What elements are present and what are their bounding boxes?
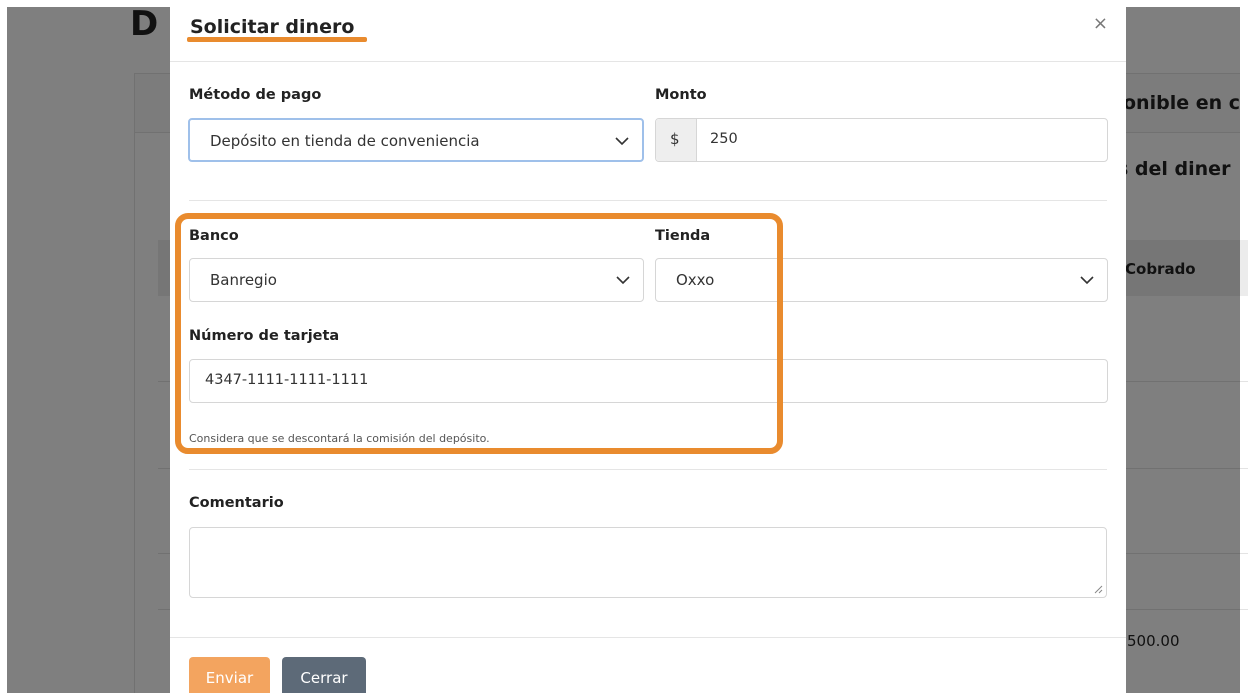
footer-divider (170, 637, 1126, 638)
amount-input[interactable]: $ 250 (655, 118, 1108, 162)
currency-addon: $ (656, 119, 697, 161)
section-divider (189, 469, 1107, 470)
payment-method-label: Método de pago (189, 87, 322, 103)
request-money-modal: Solicitar dinero × Método de pago Depósi… (170, 7, 1126, 693)
modal-header: Solicitar dinero × (170, 7, 1126, 62)
resize-handle-icon[interactable] (1093, 584, 1103, 594)
cancel-button[interactable]: Cerrar (282, 657, 366, 693)
currency-symbol: $ (670, 130, 680, 148)
comment-textarea[interactable] (189, 527, 1107, 598)
amount-label: Monto (655, 87, 707, 103)
send-button-label: Enviar (205, 669, 254, 687)
chevron-down-icon (615, 137, 629, 146)
section-divider (189, 200, 1107, 201)
send-button[interactable]: Enviar (189, 657, 270, 693)
close-icon[interactable]: × (1093, 13, 1108, 34)
title-highlight-underline (187, 37, 367, 42)
payment-method-select[interactable]: Depósito en tienda de conveniencia (188, 118, 644, 162)
modal-title: Solicitar dinero (190, 16, 355, 38)
cancel-button-label: Cerrar (300, 669, 348, 687)
payment-method-value: Depósito en tienda de conveniencia (210, 132, 480, 150)
highlight-box (175, 213, 783, 454)
chevron-down-icon (1080, 276, 1094, 285)
comment-label: Comentario (189, 495, 284, 511)
amount-value: 250 (710, 131, 738, 147)
